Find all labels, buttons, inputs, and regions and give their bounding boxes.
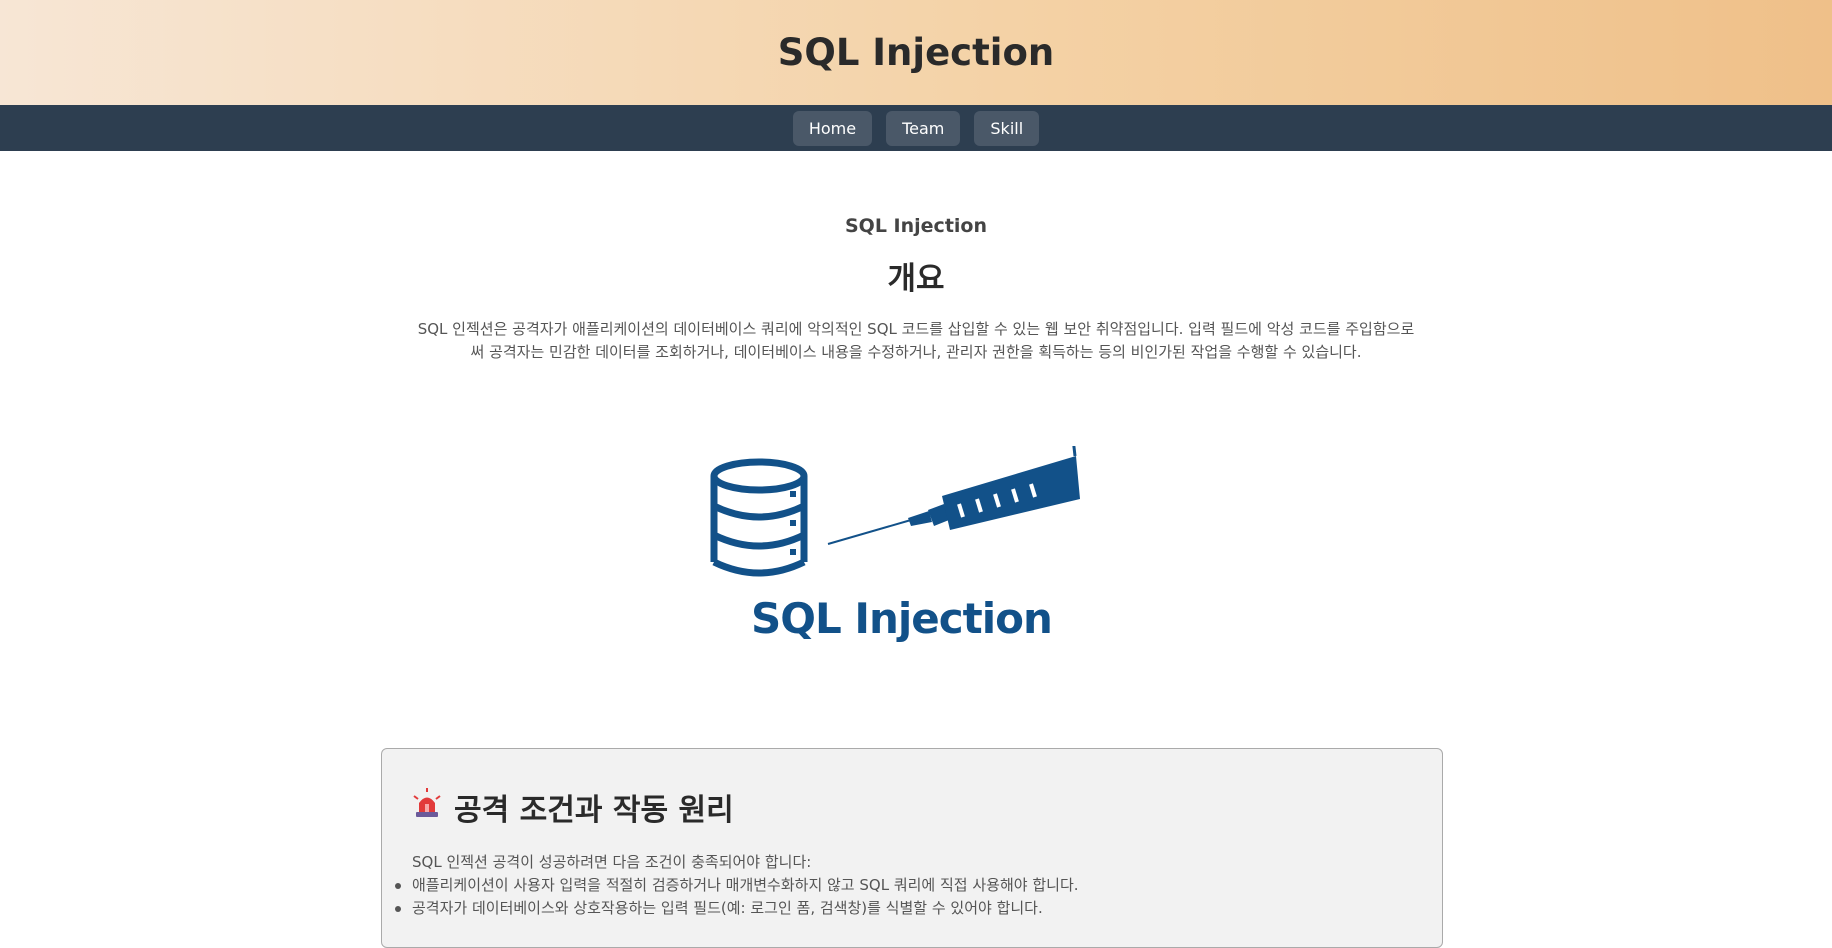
list-item: 공격자가 데이터베이스와 상호작용하는 입력 필드(예: 로그인 폼, 검색창)… <box>395 897 1412 920</box>
list-item: 애플리케이션이 사용자 입력을 적절히 검증하거나 매개변수화하지 않고 SQL… <box>395 874 1412 897</box>
nav-skill-button[interactable]: Skill <box>974 110 1040 146</box>
conditions-list: 애플리케이션이 사용자 입력을 적절히 검증하거나 매개변수화하지 않고 SQL… <box>395 874 1412 920</box>
main-nav: Home Team Skill <box>0 105 1832 151</box>
nav-team-button[interactable]: Team <box>886 110 961 146</box>
conditions-title-row: 공격 조건과 작동 원리 <box>412 785 1412 829</box>
conditions-title: 공격 조건과 작동 원리 <box>454 793 734 828</box>
sql-injection-illustration: SQL Injection <box>706 446 1126 666</box>
overview-title: 개요 <box>887 261 945 297</box>
conditions-intro: SQL 인젝션 공격이 성공하려면 다음 조건이 충족되어야 합니다: <box>412 853 812 871</box>
conditions-card: 공격 조건과 작동 원리 SQL 인젝션 공격이 성공하려면 다음 조건이 충족… <box>381 748 1443 948</box>
database-dots <box>790 491 796 555</box>
overview-subtitle: SQL Injection <box>845 215 987 237</box>
main-content: SQL Injection 개요 SQL 인젝션은 공격자가 애플리케이션의 데… <box>384 215 1448 666</box>
site-header: SQL Injection <box>0 0 1832 105</box>
siren-icon <box>412 788 442 826</box>
illustration-caption: SQL Injection <box>751 594 1053 643</box>
database-icon <box>710 458 808 577</box>
overview-description: SQL 인젝션은 공격자가 애플리케이션의 데이터베이스 쿼리에 악의적인 SQ… <box>417 320 1415 361</box>
nav-home-button[interactable]: Home <box>792 110 873 146</box>
site-title: SQL Injection <box>777 31 1055 74</box>
syringe-icon <box>827 446 1080 545</box>
